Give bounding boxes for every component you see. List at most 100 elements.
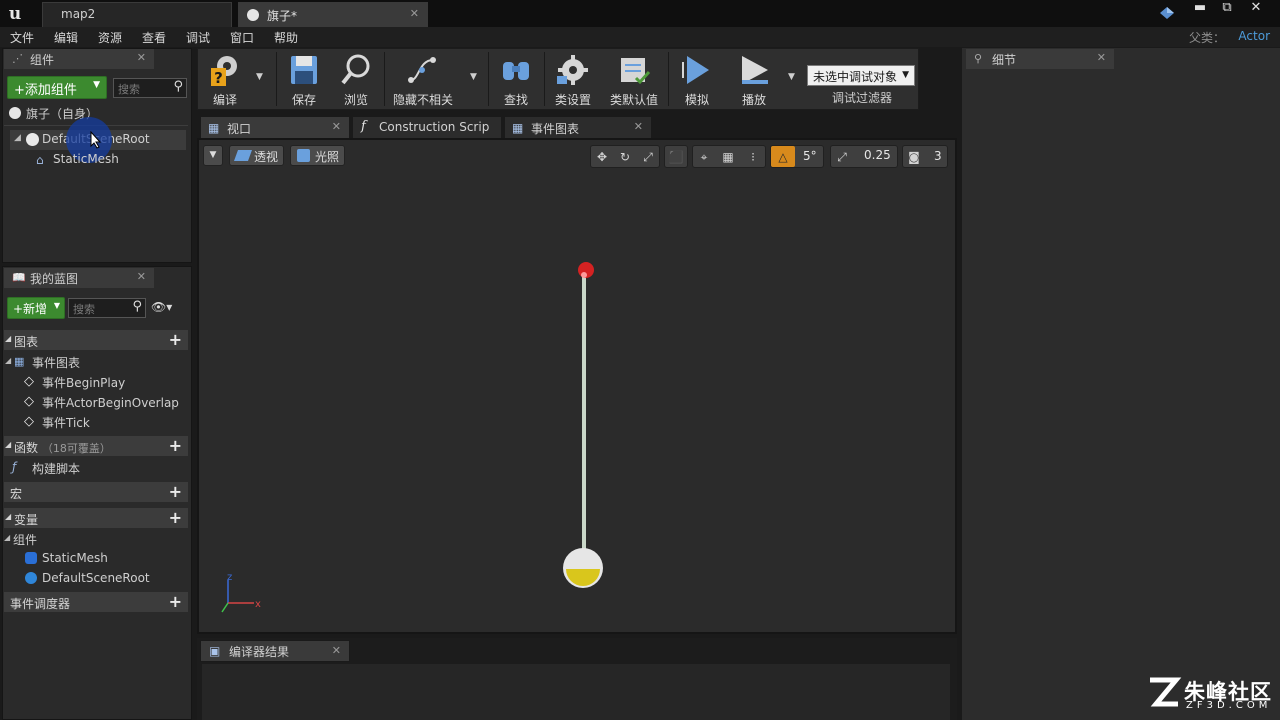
find-label: 查找 [503, 93, 528, 107]
snap-tools: ⌖ ▦ ⁝ [692, 145, 766, 168]
close-icon[interactable]: ✕ [332, 120, 341, 133]
add-graph-icon[interactable]: + [169, 330, 182, 349]
scene-component-icon [26, 133, 39, 146]
tab-event-graph[interactable]: ▦ 事件图表 ✕ [504, 116, 652, 138]
tree-item-components-category[interactable]: ◢ 组件 [4, 529, 184, 549]
tab-map2[interactable]: map2 [42, 2, 232, 27]
components-icon: ⋰ [12, 52, 23, 65]
tree-item-staticmesh[interactable]: ⌂ StaticMesh [30, 150, 180, 170]
close-icon[interactable]: ✕ [332, 644, 341, 657]
class-defaults-button[interactable]: 类默认值 [604, 48, 664, 110]
simulate-button[interactable]: 模拟 [672, 48, 722, 110]
parent-class-link[interactable]: Actor [1238, 29, 1270, 43]
section-label: 变量 [14, 513, 39, 527]
close-icon[interactable]: ✕ [137, 51, 146, 64]
scale-snap-icon[interactable]: ⤢ [834, 149, 850, 165]
save-button[interactable]: 保存 [280, 48, 328, 110]
tab-construction-script[interactable]: f Construction Scrip [352, 116, 502, 138]
tree-item-event[interactable]: ◇ 事件Tick [22, 412, 188, 432]
event-label: 事件Tick [42, 416, 90, 430]
hide-unrelated-button[interactable]: 隐藏不相关 [388, 48, 458, 110]
minimize-button[interactable]: ▬ [1186, 0, 1214, 18]
magnifier-icon: ⚲ [974, 52, 983, 65]
overridable-count: （18可覆盖） [41, 442, 111, 455]
menu-edit[interactable]: 编辑 [54, 29, 78, 46]
section-macros[interactable]: 宏 + [3, 481, 189, 503]
menu-debug[interactable]: 调试 [186, 29, 210, 46]
details-tab[interactable]: ⚲ 细节 ✕ [966, 49, 1114, 69]
tree-item-event-graph[interactable]: ◢ ▦ 事件图表 [5, 352, 185, 372]
menu-assets[interactable]: 资源 [98, 29, 122, 46]
toolbar-separator [668, 52, 669, 106]
add-component-button[interactable]: +添加组件 ▼ [7, 76, 107, 99]
debug-object-select[interactable]: 未选中调试对象 ▼ [807, 65, 915, 86]
lighting-button[interactable]: 光照 [290, 145, 345, 166]
simulate-icon [679, 52, 715, 88]
scale-icon[interactable]: ⤢ [640, 149, 656, 165]
variable-staticmesh[interactable]: StaticMesh [22, 549, 188, 569]
play-options-chevron-icon[interactable]: ▼ [788, 72, 795, 82]
function-icon: f [361, 119, 366, 134]
close-icon[interactable]: ✕ [1097, 51, 1106, 64]
tree-item-event[interactable]: ◇ 事件ActorBeginOverlap [22, 392, 188, 412]
add-function-icon[interactable]: + [169, 436, 182, 455]
translate-icon[interactable]: ✥ [594, 149, 610, 165]
new-item-button[interactable]: +新增 ▼ [7, 297, 65, 319]
my-blueprint-tab[interactable]: 📖 我的蓝图 ✕ [4, 268, 154, 288]
section-event-dispatchers[interactable]: 事件调度器 + [3, 591, 189, 613]
camera-speed[interactable]: ◙ 3 [902, 145, 948, 168]
viewport-options-button[interactable]: ▼ [203, 145, 223, 166]
tab-flag-blueprint[interactable]: 旗子* ✕ [238, 2, 428, 27]
flag-mesh[interactable] [540, 255, 630, 595]
menu-file[interactable]: 文件 [10, 29, 34, 46]
browse-button[interactable]: 浏览 [332, 48, 380, 110]
menu-window[interactable]: 窗口 [230, 29, 254, 46]
rotation-snap-value[interactable]: 5° [803, 149, 817, 163]
perspective-label: 透视 [254, 150, 279, 164]
transform-tools: ✥ ↻ ⤢ [590, 145, 660, 168]
hide-unrelated-chevron-icon[interactable]: ▼ [470, 72, 477, 82]
world-local-toggle[interactable]: ⬛ [664, 145, 688, 168]
add-variable-icon[interactable]: + [169, 508, 182, 527]
section-graphs[interactable]: ◢ 图表 + [3, 329, 189, 351]
grid-value-icon[interactable]: ⁝ [745, 149, 761, 165]
search-icon: ⚲ [173, 79, 183, 94]
play-button[interactable]: 播放 [728, 48, 780, 110]
restore-button[interactable]: ⧉ [1213, 0, 1241, 18]
tree-item-construction-script[interactable]: ƒ 构建脚本 [10, 458, 188, 478]
surface-snap-icon[interactable]: ⌖ [696, 149, 712, 165]
graph-icon: ▦ [512, 121, 524, 135]
close-icon[interactable]: ✕ [410, 7, 419, 20]
components-tab-label: 组件 [30, 53, 55, 67]
compile-options-chevron-icon[interactable]: ▼ [256, 72, 263, 82]
tree-expand-icon[interactable]: ◢ [14, 133, 21, 143]
view-options-icon[interactable]: 👁▾ [151, 300, 183, 316]
rotate-icon[interactable]: ↻ [617, 149, 633, 165]
add-macro-icon[interactable]: + [169, 482, 182, 501]
save-icon [286, 52, 322, 88]
compile-button[interactable]: ? 编译 [200, 48, 250, 110]
find-button[interactable]: 查找 [492, 48, 540, 110]
source-control-icon[interactable] [1158, 4, 1176, 22]
components-tab[interactable]: ⋰ 组件 ✕ [4, 49, 154, 69]
close-icon[interactable]: ✕ [137, 270, 146, 283]
tree-item-event[interactable]: ◇ 事件BeginPlay [22, 372, 188, 392]
section-functions[interactable]: ◢ 函数 （18可覆盖） + [3, 435, 189, 457]
close-icon[interactable]: ✕ [634, 120, 643, 133]
grid-snap-icon[interactable]: ▦ [720, 149, 736, 165]
class-settings-button[interactable]: 类设置 [548, 48, 598, 110]
components-search-input[interactable]: 搜索 ⚲ [113, 78, 187, 98]
compiler-results-tab[interactable]: ▣ 编译器结果 ✕ [200, 640, 350, 662]
tab-label: 事件图表 [531, 122, 580, 136]
close-window-button[interactable]: ✕ [1242, 0, 1270, 18]
section-variables[interactable]: ◢ 变量 + [3, 507, 189, 529]
blueprint-search-input[interactable]: 搜索 ⚲ [68, 298, 146, 318]
perspective-button[interactable]: 透视 [229, 145, 284, 166]
tab-viewport[interactable]: ▦ 视口 ✕ [200, 116, 350, 138]
scale-snap-value[interactable]: 0.25 [864, 148, 891, 162]
menu-view[interactable]: 查看 [142, 29, 166, 46]
variable-defaultsceneroot[interactable]: DefaultSceneRoot [22, 569, 188, 589]
tree-expand-icon: ◢ [4, 533, 11, 542]
menu-help[interactable]: 帮助 [274, 29, 298, 46]
add-dispatcher-icon[interactable]: + [169, 592, 182, 611]
